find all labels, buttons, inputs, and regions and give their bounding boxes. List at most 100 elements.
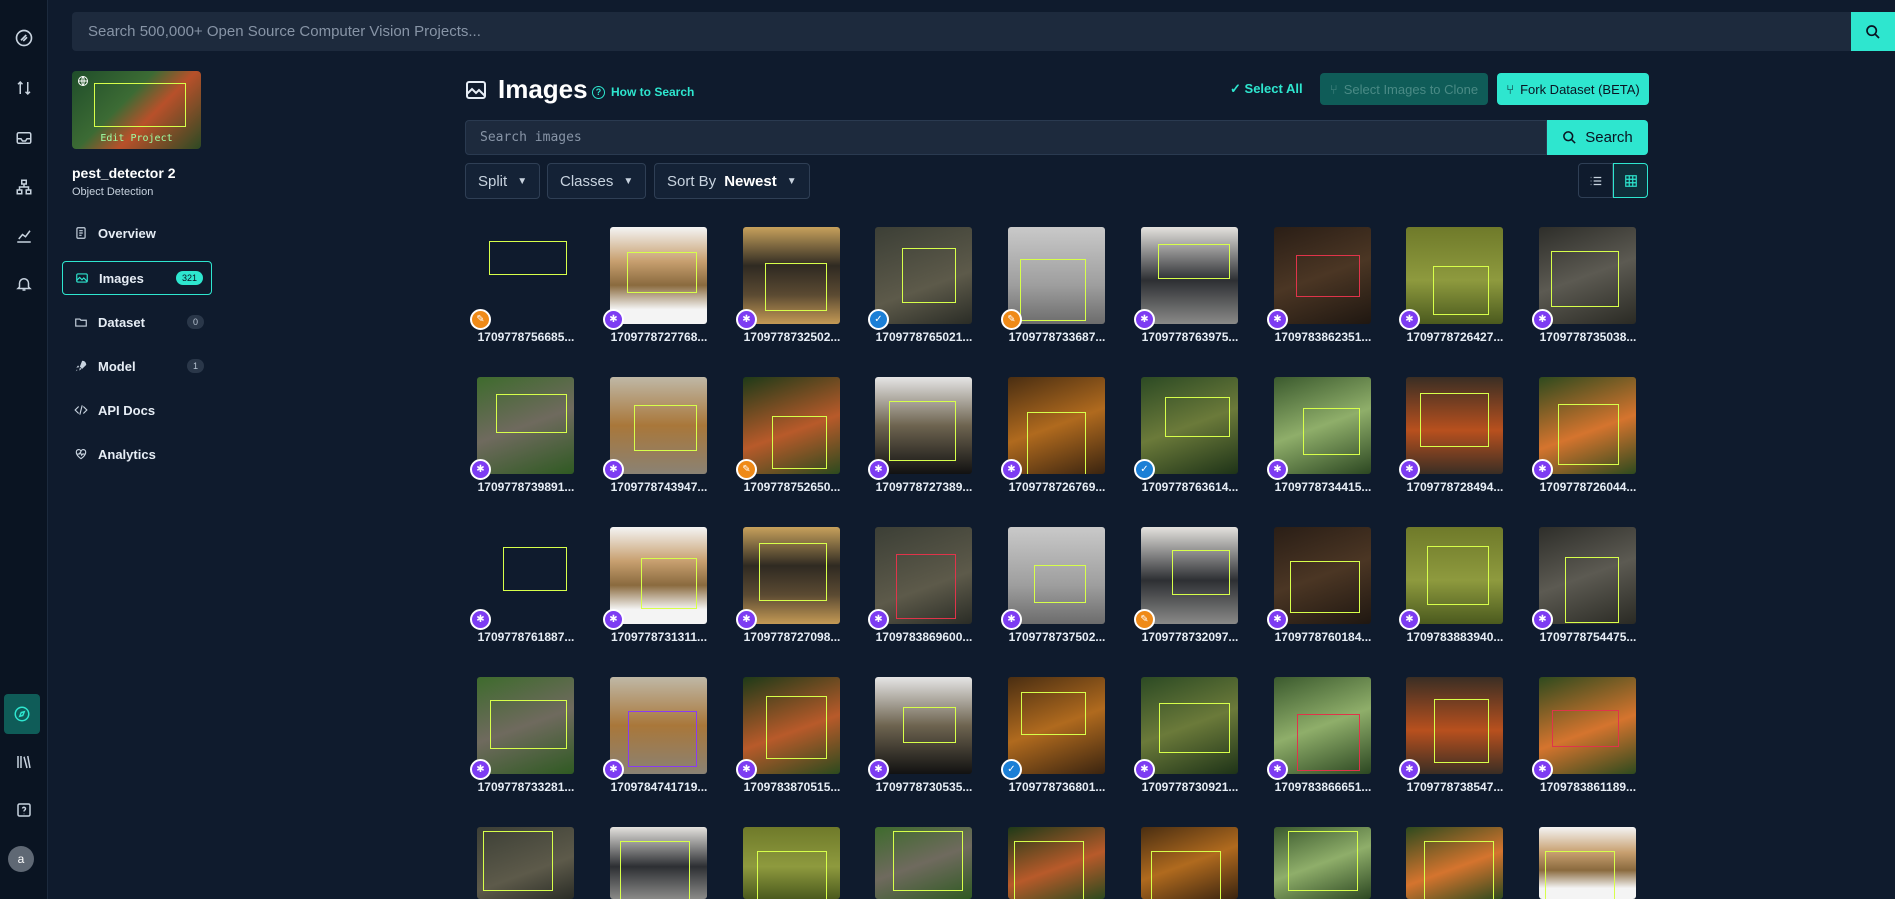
workflow-icon[interactable]: [0, 167, 48, 207]
image-tile[interactable]: [610, 827, 707, 899]
image-tile[interactable]: [1406, 677, 1503, 774]
image-tile[interactable]: [743, 377, 840, 474]
image-tile[interactable]: [875, 527, 972, 624]
annotated-status-icon: ✱: [868, 609, 889, 630]
image-tile[interactable]: [1141, 527, 1238, 624]
annotated-status-icon: ✱: [868, 459, 889, 480]
select-all-button[interactable]: ✓ Select All: [1230, 81, 1303, 97]
annotation-bbox: [1165, 397, 1230, 437]
image-tile[interactable]: [477, 677, 574, 774]
image-tile[interactable]: [477, 227, 574, 324]
sidebar-item-images[interactable]: Images 321: [62, 261, 212, 295]
project-name: pest_detector 2: [72, 165, 176, 181]
image-search-button[interactable]: Search: [1547, 120, 1648, 155]
image-tile[interactable]: [610, 527, 707, 624]
grid-view-button[interactable]: [1613, 163, 1648, 198]
help-icon[interactable]: [0, 790, 48, 830]
image-tile[interactable]: [1141, 377, 1238, 474]
image-search-input[interactable]: Search images: [465, 120, 1547, 155]
edit-project-label[interactable]: Edit Project: [72, 133, 201, 144]
annotated-status-icon: ✱: [1001, 459, 1022, 480]
sidebar-item-model[interactable]: Model 1: [62, 349, 212, 383]
chart-icon[interactable]: [0, 216, 48, 256]
annotation-bbox: [902, 248, 956, 303]
image-tile[interactable]: [875, 827, 972, 899]
image-tile[interactable]: [1141, 227, 1238, 324]
image-tile[interactable]: [1008, 377, 1105, 474]
list-view-button[interactable]: [1578, 163, 1613, 198]
image-tile[interactable]: [610, 677, 707, 774]
image-tile[interactable]: [477, 527, 574, 624]
verified-status-icon: ✓: [1134, 459, 1155, 480]
annotated-status-icon: ✱: [1532, 609, 1553, 630]
split-filter[interactable]: Split ▼: [465, 163, 541, 199]
image-tile[interactable]: [1008, 527, 1105, 624]
classes-filter[interactable]: Classes ▼: [547, 163, 647, 199]
chevron-down-icon: ▼: [786, 175, 797, 187]
image-tile[interactable]: [1141, 827, 1238, 899]
annotation-bbox: [766, 696, 827, 759]
image-tile[interactable]: [743, 227, 840, 324]
select-images-to-clone-button[interactable]: ⑂ Select Images to Clone: [1320, 73, 1488, 105]
image-tile[interactable]: [875, 677, 972, 774]
project-thumbnail[interactable]: Edit Project: [72, 71, 201, 149]
image-tile[interactable]: [1406, 827, 1503, 899]
image-tile[interactable]: [1274, 527, 1371, 624]
annotation-bbox: [489, 241, 567, 275]
image-tile[interactable]: [1008, 827, 1105, 899]
sort-by-dropdown[interactable]: Sort By Newest ▼: [654, 163, 810, 199]
image-filename: 1709783866651...: [1274, 780, 1372, 794]
roboflow-logo-icon[interactable]: [0, 18, 48, 58]
image-filename: 1709778756685...: [477, 330, 575, 344]
sidebar-item-overview[interactable]: Overview: [62, 216, 212, 250]
image-tile[interactable]: [477, 827, 574, 899]
global-search-input[interactable]: Search 500,000+ Open Source Computer Vis…: [72, 12, 1851, 51]
image-tile[interactable]: [1539, 377, 1636, 474]
transfer-icon[interactable]: [0, 68, 48, 108]
avatar[interactable]: a: [8, 846, 34, 872]
image-tile[interactable]: [1539, 827, 1636, 899]
image-tile[interactable]: [1274, 677, 1371, 774]
fork-label: Fork Dataset (BETA): [1520, 81, 1640, 97]
image-tile[interactable]: [743, 527, 840, 624]
global-search-button[interactable]: [1851, 12, 1895, 51]
image-tile[interactable]: [1274, 377, 1371, 474]
edit-status-icon: ✎: [470, 309, 491, 330]
image-tile[interactable]: [1141, 677, 1238, 774]
bell-icon[interactable]: [0, 264, 48, 304]
fork-dataset-button[interactable]: ⑂ Fork Dataset (BETA): [1497, 73, 1649, 105]
check-icon: ✓: [1230, 81, 1241, 96]
image-tile[interactable]: [477, 377, 574, 474]
rocket-icon: [75, 360, 87, 372]
image-tile[interactable]: [1274, 227, 1371, 324]
clone-label: Select Images to Clone: [1343, 81, 1479, 97]
image-tile[interactable]: [1008, 227, 1105, 324]
image-tile[interactable]: [743, 677, 840, 774]
sidebar-item-api-docs[interactable]: API Docs: [62, 393, 212, 427]
image-tile[interactable]: [1539, 527, 1636, 624]
image-tile[interactable]: [1274, 827, 1371, 899]
project-type: Object Detection: [72, 186, 154, 198]
image-tile[interactable]: [1539, 227, 1636, 324]
image-tile[interactable]: [1008, 677, 1105, 774]
image-tile[interactable]: [1406, 377, 1503, 474]
sidebar-item-dataset[interactable]: Dataset 0: [62, 305, 212, 339]
image-filename: 1709778726769...: [1008, 480, 1106, 494]
annotated-status-icon: ✱: [1267, 309, 1288, 330]
library-icon[interactable]: [0, 742, 48, 782]
how-to-search-link[interactable]: ? How to Search: [592, 85, 694, 99]
annotation-bbox: [1545, 851, 1615, 899]
image-tile[interactable]: [1406, 527, 1503, 624]
image-tile[interactable]: [610, 227, 707, 324]
fork-icon: ⑂: [1329, 81, 1338, 97]
image-tile[interactable]: [875, 377, 972, 474]
image-tile[interactable]: [875, 227, 972, 324]
image-tile[interactable]: [610, 377, 707, 474]
image-tile[interactable]: [1406, 227, 1503, 324]
inbox-icon[interactable]: [0, 118, 48, 158]
explore-icon[interactable]: [4, 694, 40, 734]
image-tile[interactable]: [1539, 677, 1636, 774]
image-tile[interactable]: [743, 827, 840, 899]
annotated-status-icon: ✱: [603, 309, 624, 330]
sidebar-item-analytics[interactable]: Analytics: [62, 437, 212, 471]
